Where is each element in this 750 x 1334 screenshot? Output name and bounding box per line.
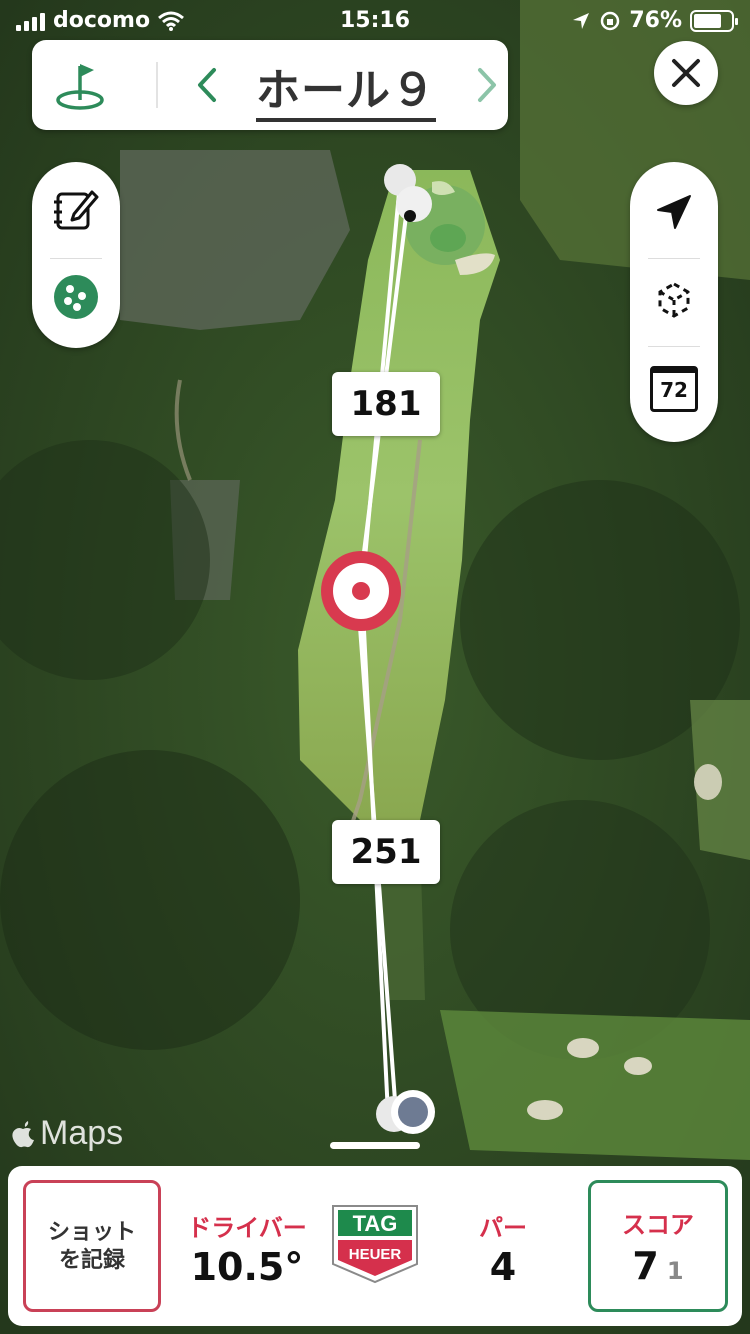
distance-label-upper: 181 bbox=[332, 372, 440, 436]
club-info[interactable]: ドライバー 10.5° bbox=[178, 1208, 316, 1289]
score-over-par: 1 bbox=[666, 1257, 684, 1285]
record-shot-label: ショット を記録 bbox=[47, 1220, 136, 1273]
golf-flag-icon[interactable] bbox=[54, 60, 106, 110]
club-label: ドライバー bbox=[187, 1214, 307, 1242]
hole-title: ホール９ bbox=[228, 54, 464, 122]
score-value: 7 bbox=[632, 1244, 659, 1288]
par-info: パー 4 bbox=[453, 1208, 553, 1289]
battery-icon bbox=[690, 9, 738, 32]
par-value: 4 bbox=[489, 1245, 517, 1289]
right-toolbar: 72 bbox=[630, 162, 718, 442]
hole-title-text: ホール９ bbox=[256, 65, 436, 122]
par-label: パー bbox=[479, 1214, 527, 1242]
tag-heuer-logo: TAG HEUER bbox=[332, 1205, 418, 1284]
battery-percent: 76% bbox=[629, 8, 682, 33]
close-button[interactable] bbox=[654, 41, 718, 105]
maps-attribution: Maps bbox=[10, 1114, 123, 1153]
maps-text: Maps bbox=[40, 1114, 124, 1152]
bottom-info-panel: ショット を記録 ドライバー 10.5° TAG HEUER パー 4 スコア … bbox=[8, 1166, 742, 1326]
score-button[interactable]: スコア 71 bbox=[588, 1180, 728, 1312]
rotation-lock-icon bbox=[601, 11, 620, 30]
club-loft-value: 10.5° bbox=[190, 1245, 304, 1289]
record-shot-button[interactable]: ショット を記録 bbox=[23, 1180, 161, 1312]
header-divider bbox=[156, 62, 158, 108]
panel-drag-handle[interactable] bbox=[330, 1142, 420, 1149]
location-services-icon bbox=[573, 12, 590, 29]
ar-view-icon[interactable] bbox=[650, 276, 698, 324]
svg-text:HEUER: HEUER bbox=[349, 1246, 402, 1263]
distance-label-lower: 251 bbox=[332, 820, 440, 884]
left-toolbar bbox=[32, 162, 120, 348]
hole-header: ホール９ bbox=[32, 40, 508, 130]
right-toolbar-separator-1 bbox=[648, 258, 700, 259]
right-toolbar-separator-2 bbox=[648, 346, 700, 347]
golf-balls-icon[interactable] bbox=[53, 274, 99, 320]
left-toolbar-separator bbox=[50, 258, 102, 259]
status-bar: docomo 15:16 76% bbox=[0, 0, 750, 40]
par-calendar-icon[interactable]: 72 bbox=[650, 366, 698, 412]
chevron-left-icon[interactable] bbox=[192, 62, 222, 108]
edit-scorecard-icon[interactable] bbox=[52, 186, 100, 234]
apple-logo-icon bbox=[12, 1120, 34, 1147]
location-arrow-icon[interactable] bbox=[650, 188, 698, 236]
svg-text:TAG: TAG bbox=[353, 1211, 398, 1236]
close-icon bbox=[672, 59, 700, 87]
chevron-right-icon[interactable] bbox=[472, 62, 502, 108]
score-label: スコア bbox=[622, 1211, 694, 1239]
